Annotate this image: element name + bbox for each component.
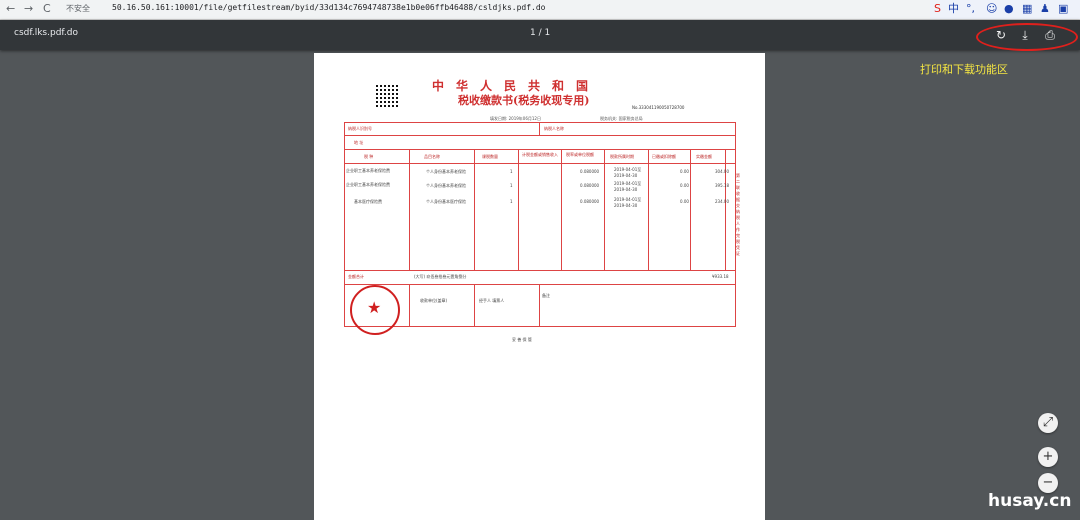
emoji-icon[interactable]: ☺ bbox=[986, 1, 997, 17]
col-header: 已缴或扣除额 bbox=[652, 154, 676, 159]
col-header: 计税金额或销售收入 bbox=[522, 152, 558, 157]
col-header: 税率或单位税额 bbox=[566, 152, 594, 157]
toolbox-icon[interactable]: ▣ bbox=[1058, 1, 1068, 17]
file-name: csdf.lks.pdf.do bbox=[14, 28, 79, 38]
side-note: 第二联 收据 交纳税人作完税凭证 bbox=[736, 173, 740, 256]
table-row-rate: 0.080000 bbox=[580, 183, 600, 188]
mic-icon[interactable]: ● bbox=[1004, 1, 1014, 17]
skin-icon[interactable]: ♟ bbox=[1040, 1, 1050, 17]
pdf-toolbar: csdf.lks.pdf.do 1 / 1 ↻ ⤓ ⎙ bbox=[0, 20, 1080, 50]
table-row-item: 个人身份基本医疗保险 bbox=[426, 199, 466, 204]
total-label: 金额合计 bbox=[348, 274, 364, 279]
collector-sign: 经手人 填票人 bbox=[479, 298, 505, 303]
qr-code bbox=[374, 83, 398, 107]
document-subtitle: 税收缴款书(税务收现专用) bbox=[458, 94, 590, 107]
table-row-tax: 企业职工基本养老保险费 bbox=[346, 168, 390, 173]
star-icon: ★ bbox=[367, 298, 382, 317]
ime-tray: S 中 °, ☺ ● ▦ ♟ ▣ bbox=[930, 0, 1080, 19]
keyboard-icon[interactable]: ▦ bbox=[1022, 1, 1032, 17]
reload-icon[interactable]: C bbox=[43, 2, 51, 16]
table-row-period: 2019-04-01至2019-04-30 bbox=[614, 181, 642, 192]
table-row-rate: 0.080000 bbox=[580, 199, 600, 204]
forward-icon[interactable]: → bbox=[24, 2, 33, 16]
table-row-rate: 0.080000 bbox=[580, 169, 600, 174]
address-label: 地 址 bbox=[354, 140, 364, 145]
table-row-qty: 1 bbox=[510, 183, 513, 188]
total-words: (大写) 玖佰叁拾叁元壹角捌分 bbox=[414, 274, 467, 279]
total-amount: ¥933.18 bbox=[712, 274, 729, 279]
agent-sign: 收款单位(盖章) bbox=[420, 298, 448, 303]
document-number: No.333041190050728700 bbox=[632, 105, 685, 110]
taxpayer-name-label: 纳税人名称 bbox=[544, 126, 564, 131]
col-header: 税款所属时期 bbox=[610, 154, 634, 159]
annotation-label: 打印和下载功能区 bbox=[920, 63, 1008, 76]
table-row-tax: 基本医疗保险费 bbox=[354, 199, 382, 204]
col-header: 课税数量 bbox=[482, 154, 498, 159]
remark-label: 备注 bbox=[542, 293, 550, 298]
table-row-item: 个人身份基本养老保险 bbox=[426, 169, 466, 174]
table-row-paid: 0.00 bbox=[680, 183, 689, 188]
fit-page-icon[interactable]: ⤢ bbox=[1038, 413, 1058, 433]
col-header: 实缴金额 bbox=[696, 154, 712, 159]
zoom-out-icon[interactable]: − bbox=[1038, 473, 1058, 493]
ime-mode-label[interactable]: 中 bbox=[948, 1, 959, 17]
table-row-paid: 0.00 bbox=[680, 169, 689, 174]
back-icon[interactable]: ← bbox=[6, 2, 15, 16]
table-row-amount: 234.00 bbox=[715, 199, 729, 204]
page-indicator: 1 / 1 bbox=[530, 28, 551, 38]
table-row-amount: 304.00 bbox=[715, 169, 729, 174]
table-row-item: 个人身份基本养老保险 bbox=[426, 183, 466, 188]
table-row-period: 2019-04-01至2019-04-30 bbox=[614, 167, 642, 178]
col-header: 税 种 bbox=[364, 154, 374, 159]
zoom-in-icon[interactable]: + bbox=[1038, 447, 1058, 467]
browser-address-bar: ← → C 不安全 50.16.50.161:10001/file/getfil… bbox=[0, 0, 1080, 20]
table-row-qty: 1 bbox=[510, 169, 513, 174]
watermark: husay.cn bbox=[988, 491, 1072, 511]
taxpayer-id-label: 纳税人识别号 bbox=[348, 126, 372, 131]
pdf-page: 中华人民共和国 税收缴款书(税务收现专用) No.333041190050728… bbox=[314, 53, 765, 520]
sogou-s-icon[interactable]: S bbox=[934, 1, 941, 17]
official-seal: ★ bbox=[350, 285, 400, 335]
highlight-oval bbox=[976, 23, 1078, 51]
table-row-amount: 395.18 bbox=[715, 183, 729, 188]
url-field[interactable]: 50.16.50.161:10001/file/getfilestream/by… bbox=[112, 3, 545, 12]
table-row-paid: 0.00 bbox=[680, 199, 689, 204]
table-row-tax: 企业职工基本养老保险费 bbox=[346, 182, 390, 187]
table-row-period: 2019-04-01至2019-04-30 bbox=[614, 197, 642, 208]
security-indicator[interactable]: 不安全 bbox=[66, 3, 90, 14]
col-header: 品目名称 bbox=[424, 154, 440, 159]
table-row-qty: 1 bbox=[510, 199, 513, 204]
punctuation-icon[interactable]: °, bbox=[966, 1, 975, 17]
footer-text: 妥 善 保 管 bbox=[512, 337, 532, 342]
